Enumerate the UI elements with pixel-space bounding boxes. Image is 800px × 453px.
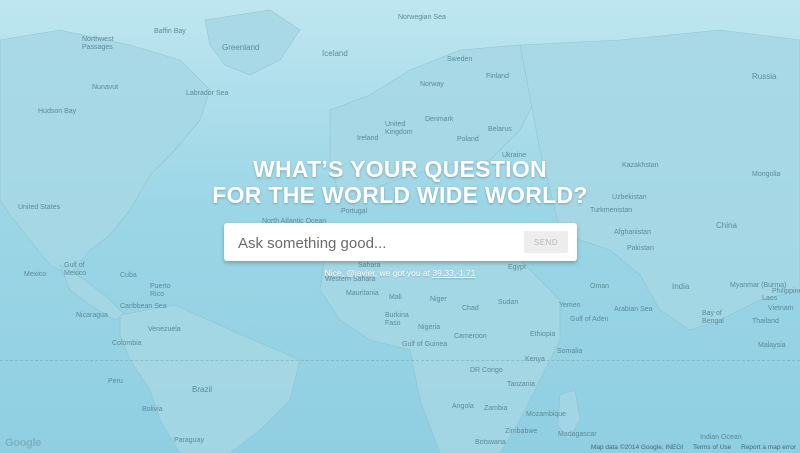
map-label: India [672,282,690,291]
map-label: Paraguay [174,437,204,444]
map-label: DR Congo [470,367,503,374]
map-label: Sweden [447,56,473,63]
map-label: United Kingdom [385,121,413,136]
map-label: Mauritania [346,290,379,297]
map-label: China [716,221,737,230]
hero-heading: WHAT’S YOUR QUESTION FOR THE WORLD WIDE … [0,156,800,208]
map-label: Botswana [475,439,506,446]
location-status-text: Nice, @javier, we got you at [324,268,433,278]
map-label: Ireland [357,135,379,142]
question-form: SEND [224,223,577,261]
map-label: Denmark [425,116,454,123]
map-label: Nicaragua [76,312,108,319]
map-label: Nunavut [92,84,119,91]
google-logo[interactable]: Google [5,437,41,449]
map-label: Gulf of Aden [570,316,609,323]
map-label: Chad [462,305,479,312]
question-input[interactable] [236,231,530,255]
map-label: Venezuela [148,326,181,333]
map-label: Portugal [341,208,368,215]
map-label: Arabian Sea [614,306,653,313]
map-label: Peru [108,378,123,385]
map-label: Nigeria [418,324,441,331]
map-label: Afghanistan [614,229,651,236]
terms-of-use-link[interactable]: Terms of Use [693,444,731,451]
map-label: Madagascar [558,431,597,438]
hero-line-1: WHAT’S YOUR QUESTION [253,156,547,182]
map-label: Somalia [557,348,583,355]
map-label: Poland [457,136,479,143]
map-label: Turkmenistan [590,207,633,214]
map-label: Norway [420,81,444,88]
equator-line [0,360,800,361]
map-label: Gulf of Guinea [402,341,448,348]
map-label: Baffin Bay [154,28,186,35]
map-label: Cameroon [454,333,487,340]
map-label: Russia [752,72,777,81]
location-coordinates-link[interactable]: 39.33,-1.71 [432,268,475,278]
north-america-shape [0,29,211,276]
map-label: Colombia [112,340,142,347]
map-label: Northwest Passages [82,36,114,51]
map-label: Puerto Rico [150,283,171,298]
map-label: Zambia [484,405,508,412]
report-map-error-link[interactable]: Report a map error [741,444,796,451]
map-label: Vietnam [768,305,794,312]
map-label: Burkina Faso [385,312,409,327]
south-america-shape [119,304,301,453]
map-label: Belarus [488,126,512,133]
map-label: Sudan [498,299,519,306]
map-label: Thailand [752,318,779,325]
map-label: Caribbean Sea [120,303,167,310]
map-label: Mali [389,294,402,301]
map-attribution: Map data ©2014 Google, INEGI [590,444,684,451]
map-label: Niger [430,296,447,303]
map-label: Hudson Bay [38,108,77,115]
map-label: Zimbabwe [505,428,538,435]
map-label: Kenya [525,356,545,363]
map-label: Iceland [322,49,348,58]
map-label: Yemen [559,302,581,309]
map-label: Finland [486,73,509,80]
map-label: Angola [452,403,474,410]
send-button[interactable]: SEND [524,231,568,253]
map-footer: Map data ©2014 Google, INEGI Terms of Us… [583,444,796,451]
map-label: Norwegian Sea [398,14,446,21]
location-status: Nice, @javier, we got you at 39.33,-1.71 [0,268,800,278]
map-label: Malaysia [758,342,786,349]
map-label: Bay of Bengal [702,310,724,325]
map-label: Labrador Sea [186,90,229,97]
map-label: Ethiopia [530,331,556,338]
map-label: Bolivia [142,406,163,413]
map-label: Tanzania [507,381,536,388]
map-label: Laos [762,295,778,302]
map-label: Greenland [222,43,260,52]
map-label: Mozambique [526,411,567,418]
hero-line-2: FOR THE WORLD WIDE WORLD? [212,182,588,208]
map-label: Pakistan [627,245,654,252]
map-label: Oman [590,283,610,290]
map-label: Indian Ocean [700,434,742,441]
map-label: Brazil [192,385,213,394]
